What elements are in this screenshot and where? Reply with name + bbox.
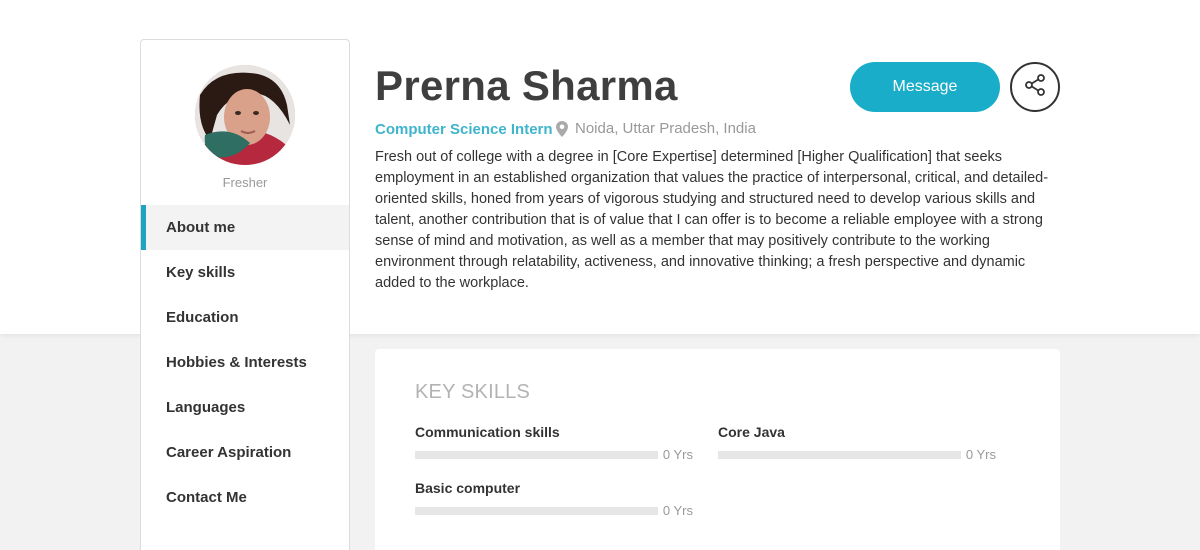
- sidebar-item-career-aspiration[interactable]: Career Aspiration: [141, 430, 349, 475]
- status-label: Fresher: [222, 175, 268, 190]
- sidebar-nav: About me Key skills Education Hobbies & …: [141, 205, 349, 520]
- skill-item: Communication skills 0 Yrs: [415, 424, 693, 462]
- skill-progress-bar: [415, 506, 658, 515]
- skill-years: 0 Yrs: [662, 503, 694, 518]
- share-icon: [1023, 73, 1047, 102]
- about-text: Fresh out of college with a degree in [C…: [375, 149, 1049, 291]
- avatar: [195, 65, 295, 165]
- profile-location: Noida, Uttar Pradesh, India: [556, 120, 756, 137]
- share-button[interactable]: [1010, 62, 1060, 112]
- skill-name: Communication skills: [415, 424, 560, 440]
- sidebar-item-key-skills[interactable]: Key skills: [141, 250, 349, 295]
- skill-name: Basic computer: [415, 480, 521, 496]
- skill-years: 0 Yrs: [965, 447, 997, 462]
- sidebar-item-contact-me[interactable]: Contact Me: [141, 475, 349, 520]
- profile-name: Prerna Sharma: [375, 62, 678, 109]
- sidebar-item-hobbies-interests[interactable]: Hobbies & Interests: [141, 340, 349, 385]
- skill-item: Core Java 0 Yrs: [718, 424, 996, 462]
- sidebar-item-education[interactable]: Education: [141, 295, 349, 340]
- skill-years: 0 Yrs: [662, 447, 694, 462]
- location-text: Noida, Uttar Pradesh, India: [575, 120, 756, 137]
- key-skills-title: KEY SKILLS: [415, 381, 531, 403]
- message-button[interactable]: Message: [850, 62, 1000, 112]
- skill-name: Core Java: [718, 424, 785, 440]
- profile-role: Computer Science Intern: [375, 121, 553, 138]
- skill-progress-bar: [718, 450, 961, 459]
- skill-item: Basic computer 0 Yrs: [415, 480, 693, 518]
- skill-progress-bar: [415, 450, 658, 459]
- location-pin-icon: [556, 120, 568, 137]
- sidebar-item-languages[interactable]: Languages: [141, 385, 349, 430]
- sidebar-item-about-me[interactable]: About me: [141, 205, 349, 250]
- key-skills-card: KEY SKILLS Communication skills 0 Yrs Co…: [375, 349, 1060, 550]
- profile-sidebar: Fresher About me Key skills Education Ho…: [140, 39, 350, 550]
